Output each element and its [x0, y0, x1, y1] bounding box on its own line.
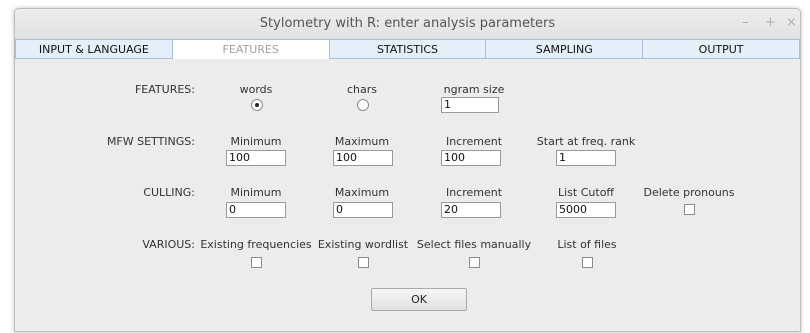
features-label: FEATURES: [134, 83, 195, 96]
tab-input-language[interactable]: INPUT & LANGUAGE [15, 39, 173, 59]
various-label: VARIOUS: [142, 238, 195, 251]
delete-pronouns-label: Delete pronouns [643, 186, 735, 199]
ngram-size-label: ngram size [443, 83, 505, 96]
dialog-window: Stylometry with R: enter analysis parame… [14, 8, 801, 332]
list-of-files-label: List of files [557, 238, 617, 251]
ok-button[interactable]: OK [371, 288, 467, 311]
culling-increment-input[interactable]: 20 [441, 202, 501, 218]
tab-bar: INPUT & LANGUAGE FEATURES STATISTICS SAM… [15, 39, 800, 59]
mfw-minimum-input[interactable]: 100 [226, 150, 286, 166]
start-freq-rank-input[interactable]: 1 [556, 150, 616, 166]
culling-maximum-input[interactable]: 0 [333, 202, 393, 218]
title-bar[interactable]: Stylometry with R: enter analysis parame… [15, 9, 800, 40]
words-radio[interactable] [251, 99, 263, 111]
tab-statistics[interactable]: STATISTICS [329, 39, 487, 59]
delete-pronouns-checkbox[interactable] [684, 204, 695, 215]
chars-label: chars [346, 83, 377, 96]
close-button[interactable]: × [786, 15, 797, 30]
tab-output[interactable]: OUTPUT [643, 39, 800, 59]
select-files-manually-label: Select files manually [416, 238, 532, 251]
culling-label: CULLING: [143, 186, 195, 199]
tab-features[interactable]: FEATURES [172, 39, 330, 59]
culling-maximum-label: Maximum [334, 186, 390, 199]
maximize-button[interactable]: + [765, 15, 776, 30]
mfw-maximum-label: Maximum [334, 135, 390, 148]
mfw-increment-label: Increment [445, 135, 503, 148]
minimize-button[interactable]: – [742, 15, 749, 30]
start-freq-rank-label: Start at freq. rank [536, 135, 636, 148]
ngram-size-input[interactable]: 1 [441, 97, 499, 113]
culling-minimum-input[interactable]: 0 [226, 202, 286, 218]
culling-increment-label: Increment [445, 186, 503, 199]
existing-wordlist-checkbox[interactable] [358, 257, 369, 268]
list-cutoff-input[interactable]: 5000 [556, 202, 616, 218]
mfw-maximum-input[interactable]: 100 [333, 150, 393, 166]
list-of-files-checkbox[interactable] [582, 257, 593, 268]
mfw-increment-input[interactable]: 100 [441, 150, 501, 166]
mfw-settings-label: MFW SETTINGS: [106, 135, 195, 148]
chars-radio[interactable] [357, 99, 369, 111]
existing-frequencies-checkbox[interactable] [251, 257, 262, 268]
tab-sampling[interactable]: SAMPLING [486, 39, 644, 59]
radio-selected-dot [255, 103, 259, 107]
window-title: Stylometry with R: enter analysis parame… [259, 16, 556, 31]
select-files-manually-checkbox[interactable] [469, 257, 480, 268]
